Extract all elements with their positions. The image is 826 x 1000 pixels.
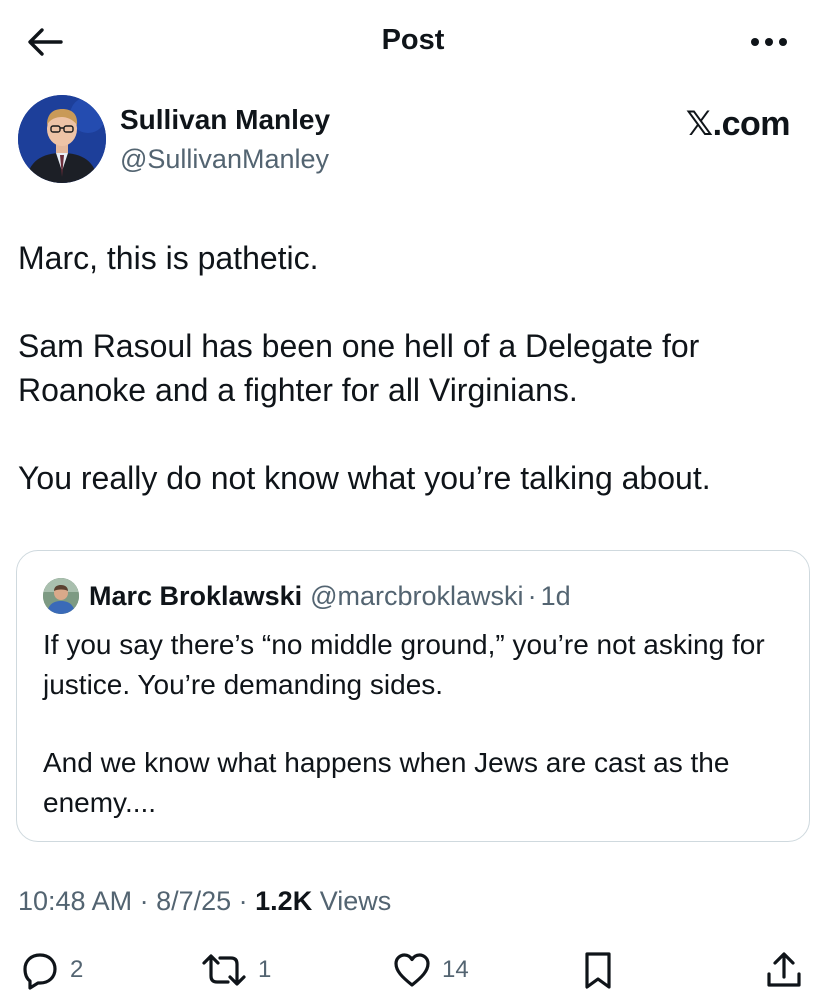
views-count[interactable]: 1.2K <box>255 886 312 916</box>
author-handle[interactable]: @SullivanManley <box>120 144 329 175</box>
quoted-avatar-photo <box>43 578 79 614</box>
quoted-timestamp: 1d <box>540 580 571 611</box>
more-icon <box>751 38 787 46</box>
quoted-paragraph: And we know what happens when Jews are c… <box>43 747 730 818</box>
bookmark-button[interactable] <box>580 942 616 998</box>
quoted-author-handle: @marcbroklawski <box>310 580 524 611</box>
quoted-post[interactable]: Marc Broklawski @marcbroklawski · 1d If … <box>16 550 810 842</box>
repost-button[interactable]: 1 <box>200 942 271 998</box>
post-paragraph: Sam Rasoul has been one hell of a Delega… <box>18 328 700 408</box>
x-com-watermark: 𝕏.com <box>685 105 791 143</box>
post-paragraph: You really do not know what you’re talki… <box>18 460 711 496</box>
like-button[interactable]: 14 <box>392 942 469 998</box>
bookmark-icon <box>585 952 611 989</box>
heart-icon <box>394 953 430 987</box>
author-name[interactable]: Sullivan Manley <box>120 104 330 136</box>
share-icon <box>767 952 801 987</box>
reply-icon <box>23 953 57 990</box>
reply-button[interactable]: 2 <box>20 942 83 998</box>
quoted-post-header: Marc Broklawski @marcbroklawski · 1d <box>43 577 789 615</box>
quoted-avatar <box>43 578 79 614</box>
top-bar: Post <box>0 0 826 84</box>
quoted-paragraph: If you say there’s “no middle ground,” y… <box>43 629 765 700</box>
meta-separator: · <box>132 886 157 916</box>
quoted-author-name: Marc Broklawski <box>89 580 303 611</box>
quoted-post-body: If you say there’s “no middle ground,” y… <box>43 625 793 823</box>
post-body: Marc, this is pathetic. Sam Rasoul has b… <box>18 236 808 500</box>
more-options-button[interactable] <box>744 26 794 58</box>
page-title: Post <box>381 24 445 56</box>
avatar[interactable] <box>18 95 106 183</box>
meta-separator: · <box>231 886 256 916</box>
quoted-separator: · <box>527 580 537 611</box>
post-date: 8/7/25 <box>156 886 232 916</box>
action-bar: 2 1 14 <box>0 942 826 998</box>
repost-icon <box>202 954 246 986</box>
repost-count: 1 <box>258 956 272 983</box>
reply-count: 2 <box>70 956 84 983</box>
avatar-photo <box>18 95 106 183</box>
share-button[interactable] <box>764 942 804 998</box>
post-paragraph: Marc, this is pathetic. <box>18 240 319 276</box>
post-author: Sullivan Manley @SullivanManley 𝕏.com <box>18 95 796 187</box>
post-meta: 10:48 AM · 8/7/25 · 1.2K Views <box>18 886 391 917</box>
post-time: 10:48 AM <box>18 886 133 916</box>
views-label: Views <box>312 886 392 916</box>
like-count: 14 <box>442 956 469 983</box>
